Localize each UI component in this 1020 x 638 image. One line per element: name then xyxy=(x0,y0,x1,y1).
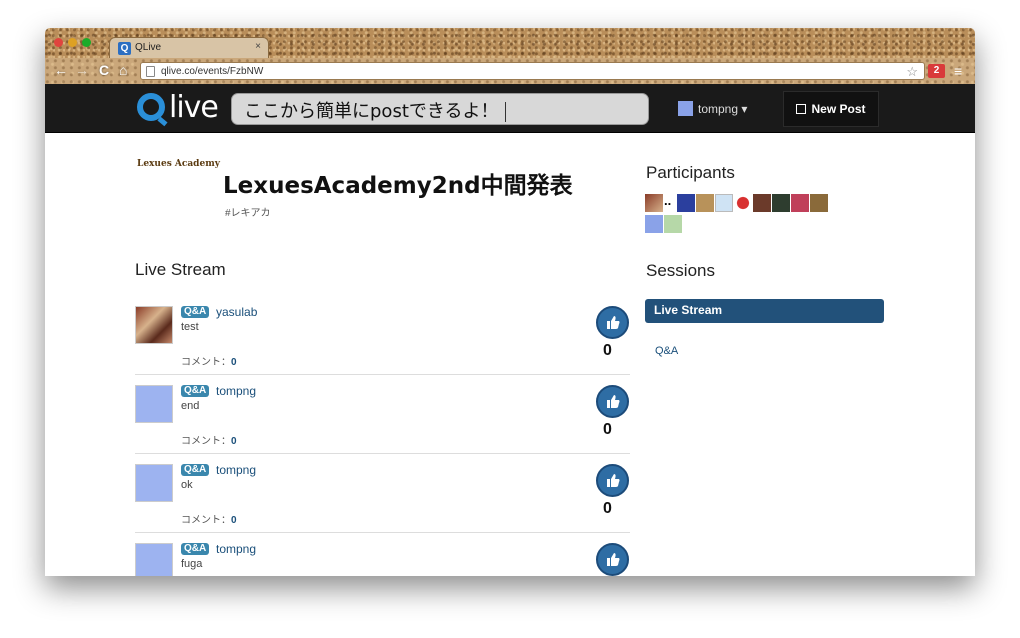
quick-post-input[interactable]: ここから簡単にpostできるよ！ xyxy=(231,93,649,125)
text-caret xyxy=(504,102,506,122)
like-count: 0 xyxy=(603,342,612,359)
participant-avatar[interactable] xyxy=(791,194,810,212)
bookmark-star-icon[interactable]: ☆ xyxy=(906,64,918,80)
qa-badge: Q&A xyxy=(181,543,210,555)
avatar[interactable] xyxy=(135,543,173,576)
app-navbar: live ここから簡単にpostできるよ！ tompng ▾ New Post xyxy=(45,84,975,133)
like-count: 0 xyxy=(603,421,612,438)
new-post-button[interactable]: New Post xyxy=(783,91,879,127)
post-username[interactable]: tompng xyxy=(216,463,256,477)
participant-avatar[interactable] xyxy=(772,194,791,212)
event-hashtag: #レキアカ xyxy=(225,208,271,219)
thumbs-up-icon xyxy=(607,553,620,566)
minimize-window-icon[interactable] xyxy=(68,38,77,47)
main-content: Lexues Academy LexuesAcademy2nd中間発表 #レキア… xyxy=(45,133,975,576)
event-logo: Lexues Academy xyxy=(137,159,220,169)
event-title: LexuesAcademy2nd中間発表 xyxy=(223,173,573,199)
participants-heading: Participants xyxy=(646,163,735,182)
qa-badge: Q&A xyxy=(181,464,210,476)
session-item-qa[interactable]: Q&A xyxy=(655,345,678,357)
comment-label: コメント： xyxy=(181,436,231,447)
participant-avatar[interactable] xyxy=(753,194,772,212)
browser-titlebar: Q QLive × xyxy=(45,28,975,59)
like-button[interactable] xyxy=(596,306,629,339)
like-button[interactable] xyxy=(596,385,629,418)
url-text[interactable]: qlive.co/events/FzbNW xyxy=(161,66,263,77)
stream-post: Q&A tompng fuga xyxy=(135,533,630,576)
stream-post: Q&A tompng end コメント：0 0 xyxy=(135,375,630,454)
participants-list: .. xyxy=(645,193,885,235)
browser-window: Q QLive × ← → C ⌂ qlive.co/events/FzbNW … xyxy=(45,28,975,576)
qa-badge: Q&A xyxy=(181,306,210,318)
maximize-window-icon[interactable] xyxy=(82,38,91,47)
reload-icon[interactable]: C xyxy=(99,62,109,78)
browser-tab[interactable]: Q QLive × xyxy=(109,37,269,59)
page-icon xyxy=(146,66,155,77)
gmail-extension-icon[interactable]: 2 xyxy=(928,64,945,78)
user-menu-label: tompng ▾ xyxy=(698,102,748,116)
comment-count: 0 xyxy=(231,357,237,368)
browser-toolbar: ← → C ⌂ qlive.co/events/FzbNW ☆ 2 ≡ xyxy=(45,58,975,84)
qlive-favicon-icon: Q xyxy=(118,42,131,55)
comment-link[interactable]: コメント：0 xyxy=(181,511,237,526)
participant-avatar[interactable] xyxy=(645,215,663,233)
post-body: test xyxy=(181,321,199,333)
browser-menu-icon[interactable]: ≡ xyxy=(954,63,962,79)
participant-avatar[interactable] xyxy=(645,194,663,212)
user-avatar xyxy=(678,101,693,116)
participant-ellipsis: .. xyxy=(664,193,672,208)
post-username[interactable]: tompng xyxy=(216,384,256,398)
participant-avatar[interactable] xyxy=(677,194,696,212)
forward-icon[interactable]: → xyxy=(75,62,89,78)
tab-close-icon[interactable]: × xyxy=(255,41,261,52)
participant-avatar[interactable] xyxy=(810,194,829,212)
tab-title: QLive xyxy=(135,42,162,53)
live-stream-heading: Live Stream xyxy=(135,260,226,279)
comment-count: 0 xyxy=(231,436,237,447)
thumbs-up-icon xyxy=(607,316,620,329)
comment-label: コメント： xyxy=(181,515,231,526)
comment-label: コメント： xyxy=(181,357,231,368)
sessions-heading: Sessions xyxy=(646,261,715,280)
like-button[interactable] xyxy=(596,543,629,576)
participant-avatar[interactable] xyxy=(696,194,715,212)
edit-icon xyxy=(796,104,807,114)
address-bar[interactable]: qlive.co/events/FzbNW ☆ xyxy=(140,62,925,80)
comment-count: 0 xyxy=(231,515,237,526)
like-count: 0 xyxy=(603,500,612,517)
comment-link[interactable]: コメント：0 xyxy=(181,432,237,447)
qlive-logo-text[interactable]: live xyxy=(169,90,219,125)
stream-post: Q&A tompng ok コメント：0 0 xyxy=(135,454,630,533)
participant-avatar[interactable] xyxy=(715,194,734,212)
new-post-label: New Post xyxy=(811,102,866,116)
thumbs-up-icon xyxy=(607,395,620,408)
avatar[interactable] xyxy=(135,385,173,423)
thumbs-up-icon xyxy=(607,474,620,487)
post-body: fuga xyxy=(181,558,203,570)
like-button[interactable] xyxy=(596,464,629,497)
home-icon[interactable]: ⌂ xyxy=(119,62,127,78)
back-icon[interactable]: ← xyxy=(54,62,68,78)
session-item-live-stream[interactable]: Live Stream xyxy=(645,299,884,323)
stream-post: Q&A yasulab test コメント：0 0 xyxy=(135,296,630,375)
quick-post-text: ここから簡単にpostできるよ！ xyxy=(244,101,499,122)
comment-link[interactable]: コメント：0 xyxy=(181,353,237,368)
post-username[interactable]: yasulab xyxy=(216,305,257,319)
qlive-logo-q-icon[interactable] xyxy=(137,93,165,121)
post-body: end xyxy=(181,400,200,412)
avatar[interactable] xyxy=(135,306,173,344)
avatar[interactable] xyxy=(135,464,173,502)
close-window-icon[interactable] xyxy=(54,38,63,47)
participant-avatar[interactable] xyxy=(734,194,753,212)
post-body: ok xyxy=(181,479,193,491)
qa-badge: Q&A xyxy=(181,385,210,397)
post-username[interactable]: tompng xyxy=(216,542,256,556)
participant-avatar[interactable] xyxy=(664,215,682,233)
